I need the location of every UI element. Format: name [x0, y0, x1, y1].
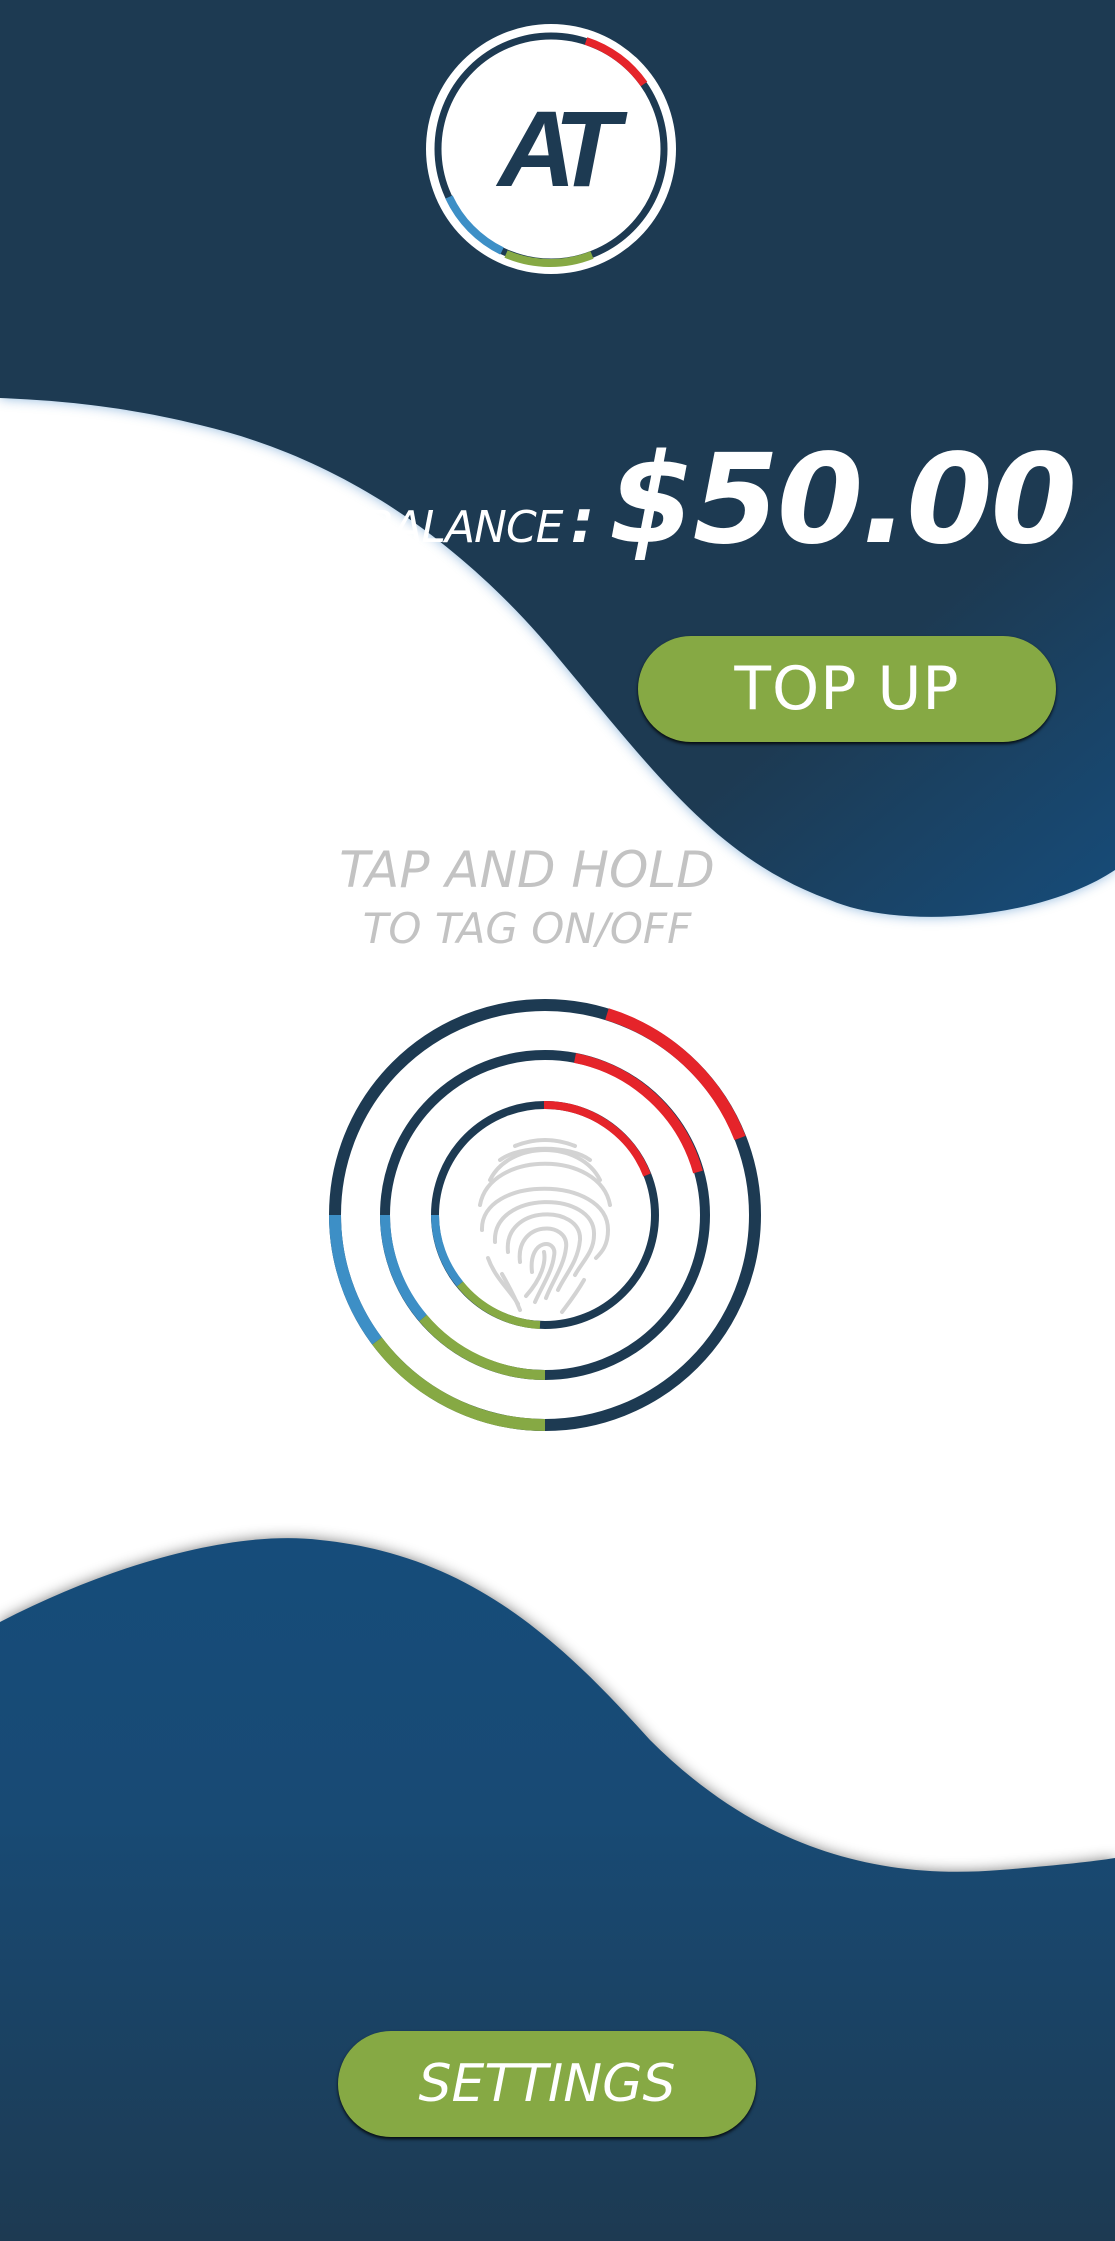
balance-label: BALANCE [363, 502, 563, 553]
balance-separator: : [570, 487, 595, 557]
balance-display: BALANCE : $50.00 [363, 428, 1077, 578]
tag-instruction-line2: TO TAG ON/OFF [362, 904, 692, 953]
fingerprint-scanner[interactable] [320, 990, 770, 1440]
tag-screen: AT BALANCE : $50.00 TOP UP TAP AND HOLD … [0, 0, 1115, 2241]
tag-instructions: TAP AND HOLD TO TAG ON/OFF [290, 840, 764, 958]
settings-button[interactable]: SETTINGS [338, 2031, 756, 2137]
fingerprint-icon [478, 1138, 612, 1314]
at-logo: AT [426, 24, 676, 274]
settings-label: SETTINGS [418, 2054, 676, 2114]
top-up-button[interactable]: TOP UP [638, 636, 1056, 742]
top-up-label: TOP UP [734, 654, 960, 724]
tag-instruction-line1: TAP AND HOLD [339, 841, 715, 899]
balance-amount: $50.00 [608, 428, 1077, 572]
